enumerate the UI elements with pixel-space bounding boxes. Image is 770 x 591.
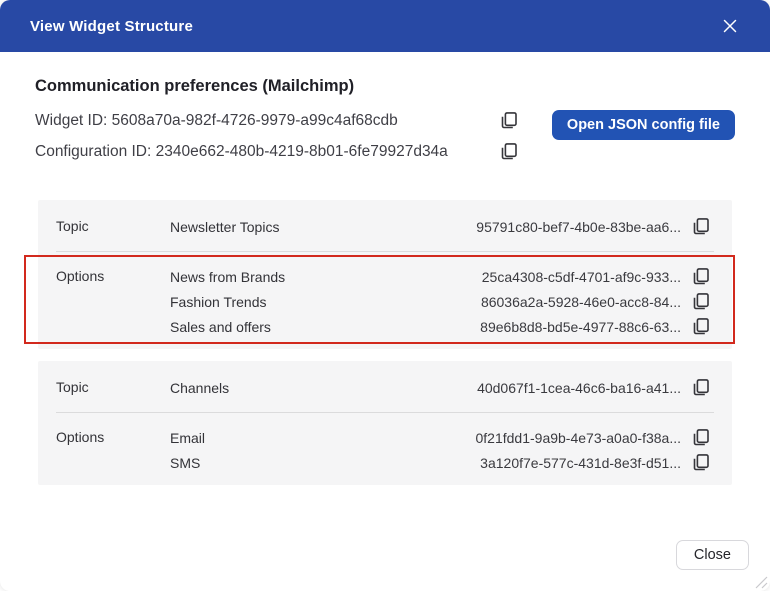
- table-row-options-highlighted: Options News from Brands 25ca4308-c5df-4…: [24, 252, 735, 349]
- close-button[interactable]: Close: [675, 540, 749, 570]
- dialog-header: View Widget Structure: [0, 0, 770, 52]
- row-label: Options: [56, 268, 105, 284]
- item-uuid: 40d067f1-1cea-46c6-ba16-a41...: [477, 379, 681, 396]
- copy-uuid-button[interactable]: [690, 216, 712, 238]
- table-row-topic: Topic Newsletter Topics 95791c80-bef7-4b…: [38, 200, 732, 251]
- copy-widget-id-button[interactable]: [498, 110, 520, 132]
- item-uuid: 89e6b8d8-bd5e-4977-88c6-63...: [480, 318, 681, 335]
- copy-icon: [693, 292, 709, 309]
- widget-structure-table: Topic Newsletter Topics 95791c80-bef7-4b…: [24, 200, 735, 485]
- list-item: SMS 3a120f7e-577c-431d-8e3f-d51...: [170, 450, 712, 475]
- copy-icon: [501, 112, 517, 129]
- copy-icon: [693, 428, 709, 445]
- id-lines: Widget ID: 5608a70a-982f-4726-9979-a99c4…: [35, 109, 520, 171]
- copy-uuid-button[interactable]: [690, 266, 712, 288]
- list-item: Email 0f21fdd1-9a9b-4e73-a0a0-f38a...: [170, 425, 712, 450]
- config-id-row: Configuration ID: 2340e662-480b-4219-8b0…: [35, 140, 520, 164]
- copy-icon: [693, 217, 709, 234]
- topic-group: Topic Newsletter Topics 95791c80-bef7-4b…: [24, 200, 735, 349]
- close-icon: [723, 19, 737, 33]
- table-row-topic: Topic Channels 40d067f1-1cea-46c6-ba16-a…: [38, 361, 732, 412]
- topic-group: Topic Channels 40d067f1-1cea-46c6-ba16-a…: [38, 361, 732, 485]
- item-name: Fashion Trends: [170, 293, 267, 310]
- table-row-options: Options Email 0f21fdd1-9a9b-4e73-a0a0-f3…: [38, 413, 732, 485]
- list-item: Fashion Trends 86036a2a-5928-46e0-acc8-8…: [170, 289, 712, 314]
- copy-config-id-button[interactable]: [498, 141, 520, 163]
- view-widget-structure-dialog: View Widget Structure Communication pref…: [0, 0, 770, 591]
- copy-icon: [501, 143, 517, 160]
- row-label: Options: [56, 429, 105, 445]
- list-item: Channels 40d067f1-1cea-46c6-ba16-a41...: [170, 375, 712, 400]
- open-json-config-button[interactable]: Open JSON config file: [551, 110, 735, 140]
- id-section: Widget ID: 5608a70a-982f-4726-9979-a99c4…: [35, 109, 735, 171]
- dialog-body: Communication preferences (Mailchimp) Wi…: [0, 52, 770, 485]
- widget-title: Communication preferences (Mailchimp): [35, 77, 355, 95]
- item-uuid: 0f21fdd1-9a9b-4e73-a0a0-f38a...: [475, 429, 682, 446]
- item-uuid: 86036a2a-5928-46e0-acc8-84...: [480, 293, 681, 310]
- copy-icon: [693, 267, 709, 284]
- item-uuid: 3a120f7e-577c-431d-8e3f-d51...: [480, 454, 681, 471]
- config-id-text: Configuration ID: 2340e662-480b-4219-8b0…: [35, 143, 448, 160]
- item-name: Email: [170, 429, 206, 446]
- item-name: Channels: [170, 379, 230, 396]
- item-name: Newsletter Topics: [170, 218, 280, 235]
- list-item: Newsletter Topics 95791c80-bef7-4b0e-83b…: [170, 214, 712, 239]
- copy-icon: [693, 378, 709, 395]
- item-uuid: 95791c80-bef7-4b0e-83be-aa6...: [476, 218, 681, 235]
- list-item: Sales and offers 89e6b8d8-bd5e-4977-88c6…: [170, 314, 712, 339]
- copy-uuid-button[interactable]: [690, 316, 712, 338]
- item-name: SMS: [170, 454, 201, 471]
- widget-id-row: Widget ID: 5608a70a-982f-4726-9979-a99c4…: [35, 109, 520, 133]
- copy-uuid-button[interactable]: [690, 291, 712, 313]
- copy-icon: [693, 453, 709, 470]
- copy-uuid-button[interactable]: [690, 452, 712, 474]
- list-item: News from Brands 25ca4308-c5df-4701-af9c…: [170, 264, 712, 289]
- item-uuid: 25ca4308-c5df-4701-af9c-933...: [481, 268, 681, 285]
- row-label: Topic: [56, 379, 89, 395]
- copy-icon: [693, 317, 709, 334]
- copy-uuid-button[interactable]: [690, 377, 712, 399]
- resize-grip-icon[interactable]: [754, 575, 768, 589]
- copy-uuid-button[interactable]: [690, 427, 712, 449]
- widget-id-text: Widget ID: 5608a70a-982f-4726-9979-a99c4…: [35, 112, 398, 129]
- close-dialog-button[interactable]: [718, 14, 742, 38]
- item-name: News from Brands: [170, 268, 286, 285]
- dialog-title: View Widget Structure: [30, 17, 193, 35]
- row-label: Topic: [56, 218, 89, 234]
- item-name: Sales and offers: [170, 318, 271, 335]
